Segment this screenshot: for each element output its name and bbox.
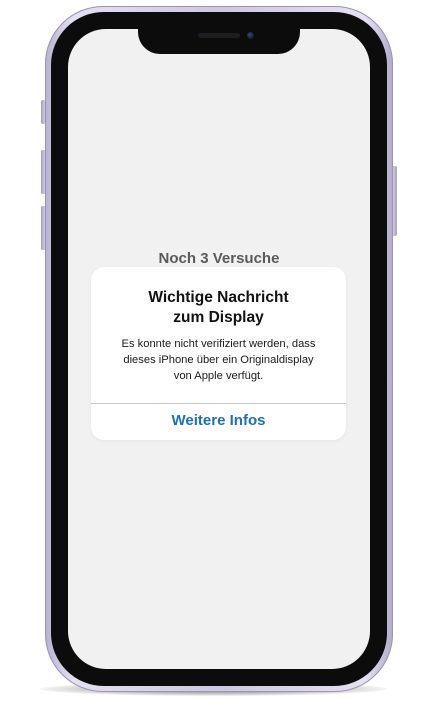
display-alert-dialog: Wichtige Nachricht zum Display Es konnte… (91, 267, 346, 440)
attempts-remaining-label: Noch 3 Versuche (158, 250, 280, 267)
more-info-button[interactable]: Weitere Infos (91, 404, 346, 440)
earpiece-speaker (198, 33, 240, 38)
alert-message-line: Es konnte nicht verifiziert werden, dass (121, 338, 316, 350)
alert-title-line: zum Display (173, 309, 264, 326)
alert-title-line: Wichtige Nachricht (148, 289, 289, 306)
alert-message-line: dieses iPhone über ein Originaldisplay (123, 354, 314, 366)
front-camera-icon (247, 32, 254, 39)
alert-message-line: von Apple verfügt. (173, 370, 264, 382)
alert-message: Es konnte nicht verifiziert werden, dass… (103, 336, 334, 384)
alert-title: Wichtige Nachricht zum Display (91, 288, 346, 328)
